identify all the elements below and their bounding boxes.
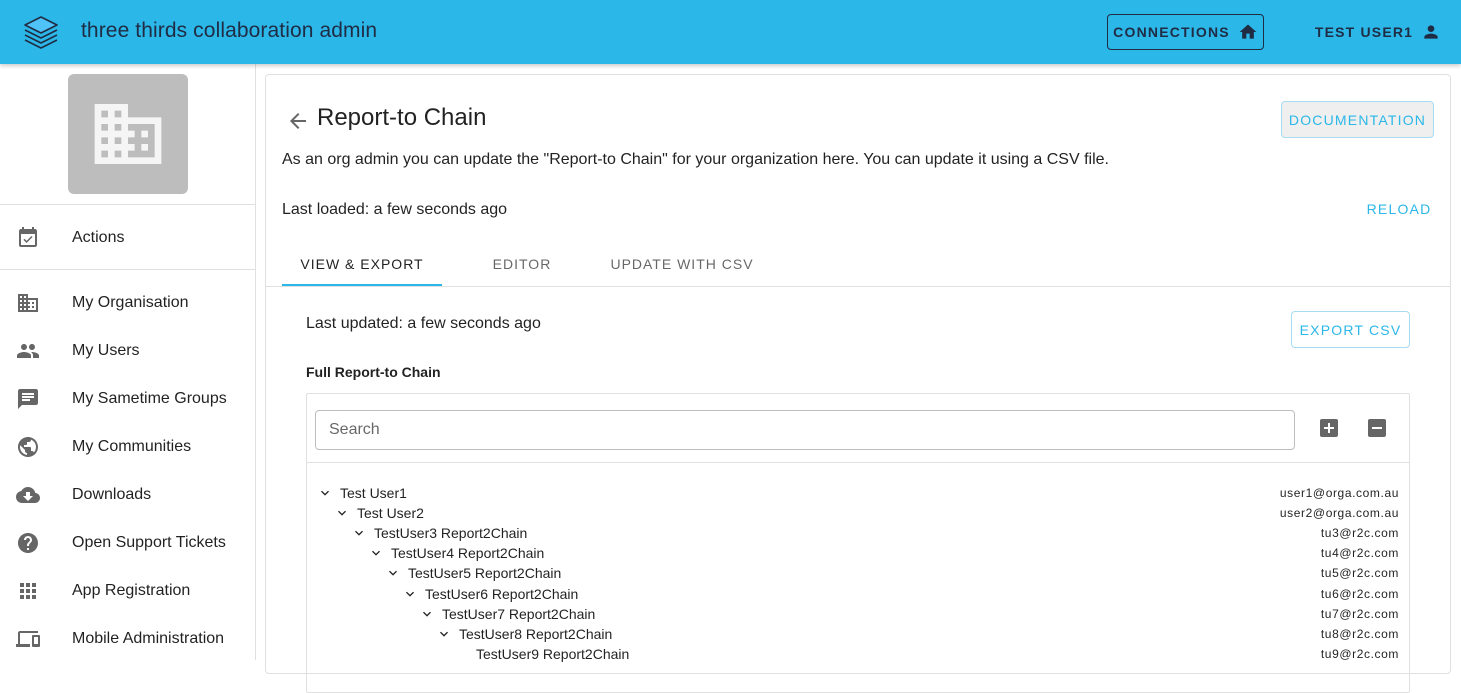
domain-icon: [18, 294, 38, 312]
last-loaded-text: Last loaded: a few seconds ago: [282, 201, 508, 218]
report-chain-tree: Test User1 user1@orga.com.au Test User2 use…: [306, 393, 1410, 693]
tab-update-with-csv[interactable]: Update with CSV: [602, 241, 762, 287]
chevron-down-icon[interactable]: [419, 606, 435, 622]
devices-icon: [16, 631, 40, 647]
sidebar-item-label: Actions: [72, 229, 125, 246]
documentation-button[interactable]: Documentation: [1281, 101, 1434, 138]
tree-node-email: tu4@r2c.com: [1320, 546, 1399, 561]
sidebar-item-label: My Sametime Groups: [72, 390, 227, 407]
tabs-divider: [266, 286, 1450, 287]
help-icon: [18, 533, 38, 553]
connections-button[interactable]: Connections: [1107, 14, 1264, 50]
tree-node-name: TestUser6 Report2Chain: [425, 585, 579, 602]
tab-editor[interactable]: Editor: [442, 241, 602, 287]
sidebar-item-app-registration[interactable]: App Registration: [0, 567, 255, 615]
tree-node-email: user1@orga.com.au: [1279, 486, 1399, 500]
user-name: Test User1: [1314, 24, 1414, 40]
tree-node-name: TestUser7 Report2Chain: [442, 605, 596, 622]
people-icon: [17, 344, 39, 358]
tree-node-name: Test User1: [340, 485, 407, 501]
tree-node-name: TestUser9 Report2Chain: [476, 645, 630, 662]
tree-node-name: TestUser8 Report2Chain: [459, 625, 613, 642]
sidebar-divider: [0, 269, 255, 270]
page-title: Report-to Chain: [317, 104, 487, 131]
sidebar-divider: [0, 204, 255, 205]
main-card: Report-to Chain Documentation As an org …: [265, 74, 1451, 693]
tree-row[interactable]: Test User1 user1@orga.com.au: [307, 483, 1409, 503]
cloud-download-icon: [16, 487, 40, 503]
building-icon: [94, 104, 162, 164]
organisation-logo: [68, 74, 188, 194]
sidebar-item-label: Mobile Administration: [72, 630, 225, 647]
tree-node-email: tu7@r2c.com: [1320, 606, 1399, 621]
expand-all-icon[interactable]: [1317, 416, 1341, 440]
tree-row[interactable]: TestUser9 Report2Chain tu9@r2c.com: [307, 644, 1409, 664]
collapse-all-icon[interactable]: [1365, 416, 1389, 440]
sidebar-item-my-users[interactable]: My Users: [0, 327, 255, 375]
chevron-down-icon[interactable]: [402, 586, 418, 602]
chevron-down-icon[interactable]: [368, 545, 384, 561]
chevron-down-icon[interactable]: [351, 525, 367, 541]
tree-node-name: Test User2: [357, 505, 424, 522]
tree-node-email: user2@orga.com.au: [1279, 506, 1399, 521]
tree-node-email: tu5@r2c.com: [1320, 566, 1399, 581]
tree-node-email: tu3@r2c.com: [1320, 526, 1399, 541]
export-csv-button[interactable]: Export CSV: [1291, 311, 1410, 348]
sidebar: Actions My Organisation My Users My Same…: [0, 64, 256, 660]
tree-row[interactable]: TestUser5 Report2Chain tu5@r2c.com: [307, 563, 1409, 583]
sidebar-item-my-organisation[interactable]: My Organisation: [0, 279, 255, 327]
home-icon: [1239, 24, 1257, 39]
tree-node-email: tu9@r2c.com: [1320, 646, 1399, 661]
section-title: Full Report-to Chain: [306, 364, 441, 380]
app-bar: three thirds collaboration admin Connect…: [0, 0, 1461, 64]
last-updated-text: Last updated: a few seconds ago: [306, 315, 541, 332]
tree-node-email: tu8@r2c.com: [1320, 626, 1399, 641]
app-title: three thirds collaboration admin: [81, 19, 378, 42]
sidebar-item-actions[interactable]: Actions: [0, 214, 255, 262]
tree-row[interactable]: Test User2 user2@orga.com.au: [307, 503, 1409, 523]
tree-row[interactable]: TestUser8 Report2Chain tu8@r2c.com: [307, 624, 1409, 644]
page-description: As an org admin you can update the "Repo…: [282, 151, 1109, 168]
tree-node-name: TestUser3 Report2Chain: [374, 525, 528, 542]
tree-node-name: TestUser5 Report2Chain: [408, 565, 562, 582]
person-icon: [1424, 25, 1438, 39]
chevron-down-icon[interactable]: [334, 505, 350, 521]
chevron-down-icon[interactable]: [436, 626, 452, 642]
sidebar-item-label: Downloads: [72, 486, 152, 503]
tree-divider: [307, 462, 1409, 463]
sidebar-item-label: App Registration: [72, 582, 191, 599]
chevron-down-icon[interactable]: [317, 485, 333, 501]
app-logo-icon[interactable]: [22, 14, 60, 50]
sidebar-item-label: My Communities: [72, 438, 192, 455]
sidebar-item-open-support-tickets[interactable]: Open Support Tickets: [0, 519, 255, 567]
sidebar-item-label: My Users: [72, 342, 140, 359]
tree-node-name: TestUser4 Report2Chain: [391, 545, 545, 562]
tree-node-email: tu6@r2c.com: [1320, 586, 1399, 601]
apps-icon: [20, 583, 36, 599]
tree-row[interactable]: TestUser6 Report2Chain tu6@r2c.com: [307, 584, 1409, 604]
chevron-down-icon[interactable]: [385, 565, 401, 581]
sidebar-item-label: My Organisation: [72, 294, 189, 311]
sidebar-item-my-sametime-groups[interactable]: My Sametime Groups: [0, 375, 255, 423]
user-menu-button[interactable]: Test User1: [1310, 14, 1446, 50]
tree-row[interactable]: TestUser3 Report2Chain tu3@r2c.com: [307, 523, 1409, 543]
sidebar-item-mobile-administration[interactable]: Mobile Administration: [0, 615, 255, 663]
arrow-back-icon[interactable]: [286, 109, 310, 133]
connections-label: Connections: [1113, 24, 1230, 40]
tree-row[interactable]: TestUser4 Report2Chain tu4@r2c.com: [307, 543, 1409, 563]
sidebar-item-my-communities[interactable]: My Communities: [0, 423, 255, 471]
chat-icon: [18, 389, 38, 409]
calendar-check-icon: [19, 227, 37, 247]
sidebar-item-downloads[interactable]: Downloads: [0, 471, 255, 519]
globe-icon: [18, 437, 38, 457]
sidebar-item-label: Open Support Tickets: [72, 534, 226, 551]
search-input[interactable]: [315, 410, 1295, 450]
reload-button[interactable]: Reload: [1362, 191, 1436, 227]
tab-view-export[interactable]: View & Export: [282, 241, 442, 287]
tab-bar: View & Export Editor Update with CSV: [282, 241, 762, 287]
tree-row[interactable]: TestUser7 Report2Chain tu7@r2c.com: [307, 604, 1409, 624]
